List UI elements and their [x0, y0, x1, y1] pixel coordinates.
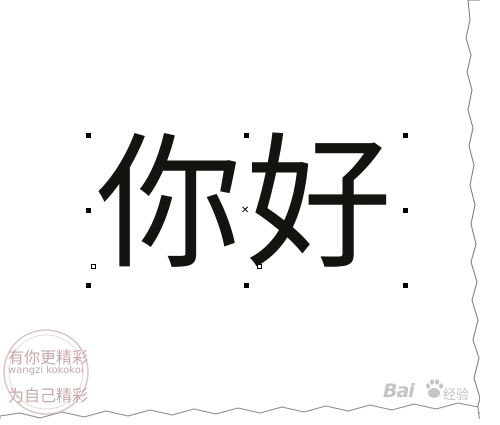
- handle-bottom-left[interactable]: [86, 283, 91, 288]
- handle-middle-right[interactable]: [403, 208, 408, 213]
- baidu-watermark: Bai 经验: [383, 378, 478, 404]
- handle-bottom-center[interactable]: [244, 283, 249, 288]
- node-handle-left-glyph[interactable]: [91, 264, 96, 269]
- handle-bottom-right[interactable]: [403, 283, 408, 288]
- stamp-text-line2: wangzi kokokoi: [8, 365, 84, 376]
- baidu-paw-icon: [426, 379, 443, 398]
- stamp-text-line3: 为自己精彩: [8, 386, 89, 405]
- handle-middle-left[interactable]: [86, 208, 91, 213]
- drawing-canvas[interactable]: 你好 ✕ 有你更精彩 wangzi kokokoi 为自己精彩 Bai 经验: [0, 0, 500, 425]
- baidu-brand-text: Bai: [383, 380, 415, 402]
- rotation-center-icon[interactable]: ✕: [241, 206, 249, 216]
- handle-top-center[interactable]: [244, 133, 249, 138]
- handle-top-right[interactable]: [403, 133, 408, 138]
- selected-text-object[interactable]: 你好: [96, 118, 408, 293]
- node-handle-right-glyph[interactable]: [257, 264, 262, 269]
- handle-top-left[interactable]: [86, 133, 91, 138]
- baidu-jingyan-text: 经验: [443, 388, 470, 403]
